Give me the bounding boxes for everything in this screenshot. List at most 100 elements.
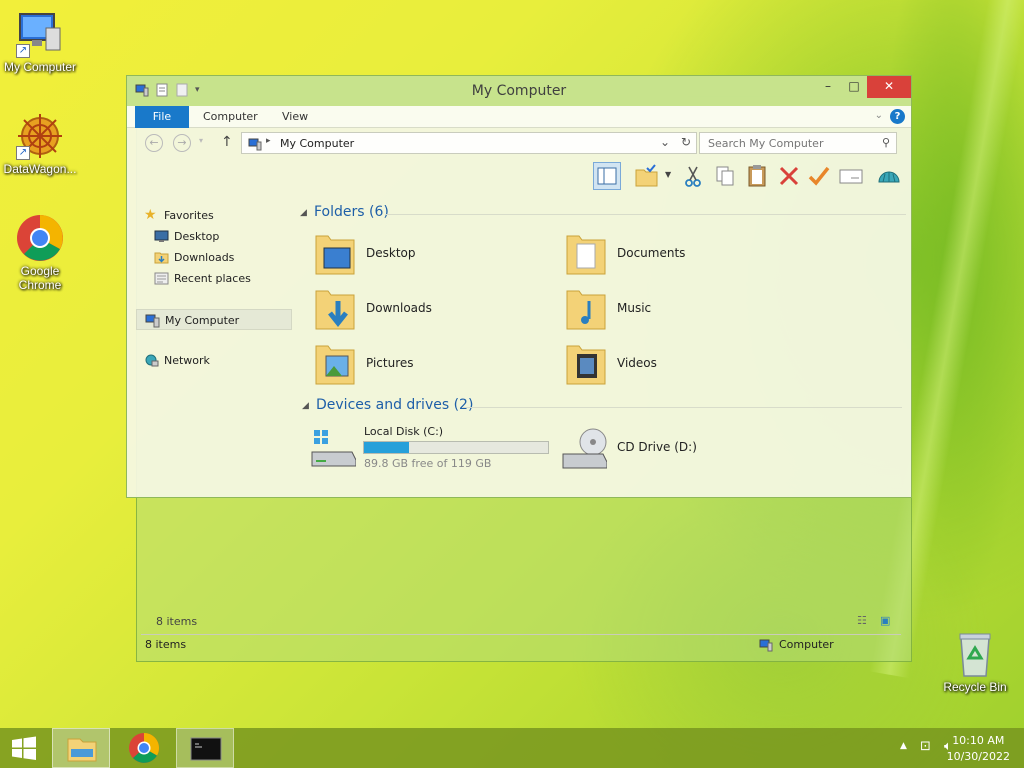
back-button[interactable]: ← (145, 134, 163, 152)
checkmark-icon (808, 166, 830, 186)
taskbar-chrome[interactable] (116, 728, 172, 768)
up-button[interactable]: ↑ (221, 134, 233, 150)
folder-music[interactable]: Music (551, 285, 791, 335)
computer-icon: ↗ (16, 10, 64, 58)
desktop-icon-google-chrome[interactable]: Google Chrome (0, 214, 80, 292)
rename-button[interactable] (805, 162, 833, 190)
maximize-button[interactable]: □ (841, 76, 867, 98)
group-title: Devices and drives (2) (316, 397, 474, 413)
nav-recent-places[interactable]: Recent places (136, 268, 292, 289)
folder-label: Pictures (366, 356, 414, 370)
drive-label: CD Drive (D:) (617, 440, 697, 454)
taskbar: ▲ ⊡ 🔈︎ 10:10 AM 10/30/2022 (0, 728, 1024, 768)
address-field[interactable]: ▸ My Computer ⌄ ↻ (241, 132, 697, 154)
properties-dropdown-chevron-icon[interactable]: ▼ (665, 170, 671, 179)
nav-network[interactable]: Network (136, 350, 292, 371)
content-area: ◢ Folders (6) (298, 204, 906, 226)
star-icon: ★ (144, 207, 157, 223)
title-bar[interactable]: ▾ My Computer – □ ✕ (127, 76, 911, 106)
cut-button[interactable] (679, 162, 707, 190)
divider (462, 407, 902, 408)
refresh-icon[interactable]: ↻ (681, 135, 691, 149)
forward-button[interactable]: → (173, 134, 191, 152)
downloads-folder-icon (154, 252, 169, 264)
desktop-icon-my-computer[interactable]: ↗ My Computer (0, 10, 80, 74)
datawagon-icon: ↗ (16, 112, 64, 160)
nav-label: Favorites (164, 209, 214, 222)
show-hidden-icons-chevron-icon[interactable]: ▲ (900, 741, 907, 751)
clock[interactable]: 10:10 AM 10/30/2022 (947, 733, 1010, 765)
folder-downloads[interactable]: Downloads (300, 285, 540, 335)
desktop-icon-label: Recycle Bin (943, 680, 1007, 694)
nav-downloads[interactable]: Downloads (136, 247, 292, 268)
desktop-folder-icon (315, 235, 355, 275)
delete-button[interactable] (775, 162, 803, 190)
close-button[interactable]: ✕ (867, 76, 911, 98)
network-globe-button[interactable] (875, 162, 903, 190)
desktop-icon-label: Google Chrome (18, 264, 62, 292)
tab-computer[interactable]: Computer (203, 106, 258, 128)
disk-usage-fill (364, 442, 410, 453)
folder-label: Documents (617, 246, 686, 260)
address-dropdown-chevron-icon[interactable]: ⌄ (660, 135, 670, 149)
navigation-pane: ★ Favorites Desktop Downloads Recent pla… (136, 205, 292, 371)
folder-label: Downloads (366, 301, 432, 315)
nav-label: Recent places (174, 272, 251, 285)
taskbar-command-prompt[interactable] (176, 728, 234, 768)
documents-folder-icon (566, 235, 606, 275)
group-folders-header[interactable]: ◢ Folders (6) (298, 204, 906, 226)
clock-time: 10:10 AM (952, 734, 1005, 747)
command-prompt-icon (190, 737, 222, 761)
drive-cd-d[interactable]: CD Drive (D:) (551, 424, 791, 474)
network-icon (145, 354, 159, 367)
search-box[interactable]: ⚲ (699, 132, 897, 154)
search-input[interactable] (708, 137, 868, 150)
expand-ribbon-chevron-icon[interactable]: ⌄ (875, 110, 883, 121)
desktop-icon-label: My Computer (3, 60, 77, 74)
paste-button[interactable] (743, 162, 771, 190)
desktop-icon-recycle-bin[interactable]: Recycle Bin (935, 630, 1015, 694)
desktop-icon-datawagon[interactable]: ↗ DataWagon... (0, 112, 80, 176)
clipboard-icon (748, 165, 766, 187)
copy-button[interactable] (711, 162, 739, 190)
email-button[interactable] (837, 162, 865, 190)
tab-view[interactable]: View (282, 106, 308, 128)
downloads-folder-icon (315, 290, 355, 330)
breadcrumb-separator-icon[interactable]: ▸ (266, 136, 271, 146)
shortcut-arrow-icon: ↗ (16, 44, 30, 58)
large-icons-view-icon[interactable]: ▣ (880, 614, 890, 627)
help-icon[interactable]: ? (890, 109, 905, 124)
nav-my-computer[interactable]: My Computer (136, 309, 292, 330)
recent-locations-chevron-icon[interactable]: ▾ (199, 136, 203, 145)
file-explorer-icon (67, 738, 97, 762)
collapse-triangle-icon[interactable]: ◢ (302, 401, 309, 411)
collapse-triangle-icon[interactable]: ◢ (300, 208, 307, 218)
folder-desktop[interactable]: Desktop (300, 230, 540, 280)
network-tray-icon[interactable]: ⊡ (920, 739, 931, 754)
minimize-button[interactable]: – (815, 76, 841, 98)
windows-logo-icon (12, 736, 36, 760)
details-view-icon[interactable]: ☷ (857, 614, 867, 627)
taskbar-file-explorer[interactable] (52, 728, 110, 768)
preview-pane-button[interactable] (593, 162, 621, 190)
nav-favorites[interactable]: ★ Favorites (136, 205, 292, 226)
drive-local-disk-c[interactable]: Local Disk (C:) 89.8 GB free of 119 GB (300, 424, 550, 474)
properties-button[interactable] (633, 162, 661, 190)
start-button[interactable] (0, 728, 48, 768)
command-toolbar: ▼ (127, 158, 911, 194)
disk-usage-bar (363, 441, 549, 454)
folder-videos[interactable]: Videos (551, 340, 791, 390)
chrome-icon (16, 214, 64, 262)
search-icon[interactable]: ⚲ (882, 136, 890, 149)
nav-desktop[interactable]: Desktop (136, 226, 292, 247)
folder-pictures[interactable]: Pictures (300, 340, 540, 390)
folder-documents[interactable]: Documents (551, 230, 791, 280)
content-item-count: 8 items (156, 615, 198, 628)
group-devices-header[interactable]: ◢ Devices and drives (2) (300, 397, 902, 419)
hard-drive-icon (311, 430, 356, 467)
globe-shell-icon (878, 171, 900, 183)
drive-label: Local Disk (C:) (364, 425, 444, 438)
nav-label: Downloads (174, 251, 235, 264)
scissors-icon (685, 166, 701, 187)
tab-file[interactable]: File (135, 106, 189, 128)
